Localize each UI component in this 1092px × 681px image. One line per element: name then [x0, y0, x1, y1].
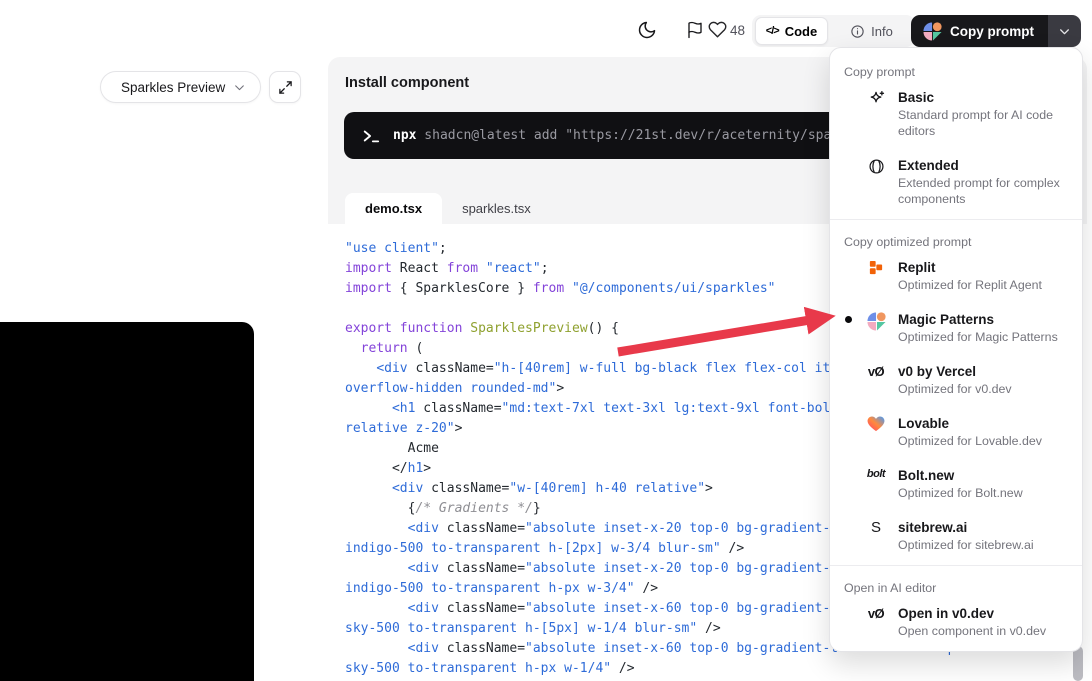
copy-prompt-menu: Copy promptBasicStandard prompt for AI c… [829, 47, 1083, 652]
command-text: shadcn@latest add "https://21st.dev/r/ac… [416, 128, 878, 143]
menu-item-title: Extended [898, 157, 1068, 175]
menu-item-replit[interactable]: ReplitOptimized for Replit Agent [830, 251, 1082, 303]
menu-item-title: Replit [898, 259, 1042, 277]
menu-item-title: Basic [898, 89, 1068, 107]
tab-sparkles-tsx[interactable]: sparkles.tsx [442, 193, 551, 224]
menu-item-description: Open component in v0.dev [898, 623, 1046, 639]
menu-section-label: Open in AI editor [830, 566, 1082, 597]
expand-icon [278, 80, 293, 95]
like-button[interactable] [701, 15, 733, 47]
menu-item-extended[interactable]: ExtendedExtended prompt for complex comp… [830, 149, 1082, 217]
bolt-logo: bolt [866, 467, 886, 501]
menu-item-magic-patterns[interactable]: Magic PatternsOptimized for Magic Patter… [830, 303, 1082, 355]
menu-section-label: Copy optimized prompt [830, 220, 1082, 251]
view-toggle: </> Code Info [752, 15, 915, 47]
menu-item-description: Optimized for Lovable.dev [898, 433, 1042, 449]
menu-item-bolt-new[interactable]: bolt Bolt.newOptimized for Bolt.new [830, 459, 1082, 511]
code-line: sky-500 to-transparent h-px w-1/4" /> [345, 659, 1087, 679]
theme-toggle-button[interactable] [631, 15, 663, 47]
menu-section-label: Copy prompt [830, 48, 1082, 81]
magic-patterns-logo-icon [923, 22, 942, 41]
code-icon: </> [766, 25, 779, 37]
sparkles-icon [866, 89, 886, 139]
heart-icon [708, 20, 727, 42]
copy-prompt-label: Copy prompt [950, 24, 1034, 39]
menu-item-description: Extended prompt for complex components [898, 175, 1068, 207]
menu-item-title: Magic Patterns [898, 311, 1058, 329]
menu-item-sitebrew-ai[interactable]: Ssitebrew.aiOptimized for sitebrew.ai [830, 511, 1082, 563]
menu-item-basic[interactable]: BasicStandard prompt for AI code editors [830, 81, 1082, 149]
tab-demo-tsx[interactable]: demo.tsx [345, 193, 442, 224]
replit-logo [866, 259, 886, 293]
brain-icon [866, 157, 886, 207]
menu-item-v0-by-vercel[interactable]: vØ v0 by VercelOptimized for v0.dev [830, 355, 1082, 407]
likes-count: 48 [730, 23, 745, 38]
menu-item-description: Standard prompt for AI code editors [898, 107, 1068, 139]
selected-dot [845, 316, 852, 323]
code-tab-label: Code [785, 24, 818, 39]
info-icon [850, 24, 865, 39]
copy-prompt-dropdown-button[interactable] [1048, 15, 1081, 47]
magic-patterns-logo [866, 311, 886, 345]
panel-title: Install component [345, 75, 469, 91]
preview-selector-label: Sparkles Preview [121, 80, 225, 95]
terminal-prompt-icon [362, 128, 380, 144]
info-tab-button[interactable]: Info [828, 17, 915, 45]
menu-item-title: v0 by Vercel [898, 363, 1012, 381]
menu-section: Open in AI editor vØ Open in v0.devOpen co… [830, 565, 1082, 651]
fullscreen-button[interactable] [269, 71, 301, 103]
menu-item-title: Bolt.new [898, 467, 1023, 485]
file-tabs: demo.tsx sparkles.tsx [345, 193, 551, 224]
menu-item-title: Lovable [898, 415, 1042, 433]
menu-item-title: Open in v0.dev [898, 605, 1046, 623]
menu-item-description: Optimized for v0.dev [898, 381, 1012, 397]
menu-item-lovable[interactable]: LovableOptimized for Lovable.dev [830, 407, 1082, 459]
menu-item-open-in-v0-dev[interactable]: vØ Open in v0.devOpen component in v0.dev [830, 597, 1082, 649]
menu-item-description: Optimized for sitebrew.ai [898, 537, 1034, 553]
menu-section: Copy optimized promptReplitOptimized for… [830, 219, 1082, 565]
copy-prompt-split-button: Copy prompt [911, 15, 1081, 47]
menu-item-title: sitebrew.ai [898, 519, 1034, 537]
moon-icon [637, 20, 657, 43]
preview-selector[interactable]: Sparkles Preview [100, 71, 261, 103]
sitebrew-logo: S [866, 519, 886, 553]
menu-item-description: Optimized for Replit Agent [898, 277, 1042, 293]
command-prefix: npx [393, 128, 416, 143]
chevron-down-icon [1058, 25, 1071, 38]
component-preview [0, 322, 254, 681]
chevron-down-icon [233, 81, 246, 94]
v0-logo: vØ [866, 363, 886, 397]
menu-section: Copy promptBasicStandard prompt for AI c… [830, 48, 1082, 219]
code-tab-button[interactable]: </> Code [755, 17, 828, 45]
lovable-logo [866, 415, 886, 449]
info-tab-label: Info [871, 24, 893, 39]
menu-item-description: Optimized for Bolt.new [898, 485, 1023, 501]
page: 48 </> Code Info Copy prompt Sparkles Pr… [0, 0, 1092, 681]
copy-prompt-button[interactable]: Copy prompt [911, 15, 1048, 47]
menu-item-description: Optimized for Magic Patterns [898, 329, 1058, 345]
v0-logo: vØ [866, 605, 886, 639]
